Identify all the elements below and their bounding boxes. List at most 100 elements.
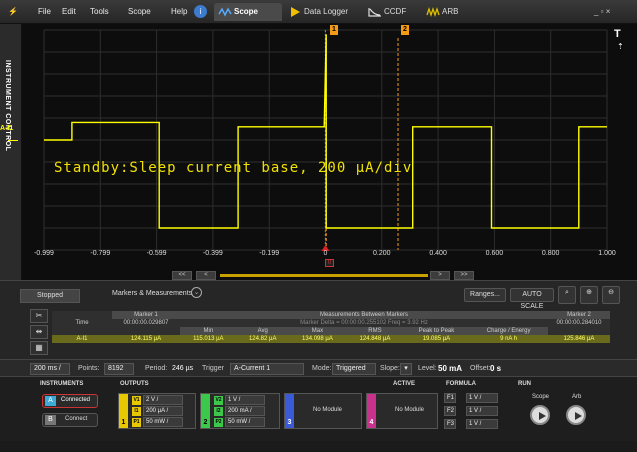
formula-f1-value[interactable]: 1 V / (466, 393, 498, 403)
marker1-value: 124.115 µA (112, 335, 180, 343)
instrument-a-button[interactable]: A Connected (42, 394, 98, 408)
menu-scope[interactable]: Scope (128, 7, 151, 16)
slope-label: Slope: (380, 365, 400, 372)
i1-tag: I1 (132, 407, 141, 416)
zoom-out-icon[interactable]: ⊖ (602, 286, 620, 304)
arrow-up-icon[interactable]: ⇡ (617, 42, 624, 51)
scissors-icon[interactable]: ✂ (30, 309, 48, 323)
offset-value[interactable]: 0 s (490, 364, 501, 373)
mode-select[interactable]: Triggered (332, 363, 376, 375)
tab-arb[interactable]: ARB (422, 3, 480, 21)
instrument-a-tag: A (45, 396, 56, 406)
channel-4-tag: 4 (367, 394, 376, 428)
zero-marker[interactable]: 0 (325, 259, 334, 267)
output-channel-4[interactable]: 4 No Module (366, 393, 438, 429)
measurements-table: Marker 1 Measurements Between Markers Ma… (52, 311, 610, 343)
x-tick-label: -0.599 (146, 250, 167, 257)
marker-1-flag[interactable]: 1 (330, 25, 338, 35)
menu-tools[interactable]: Tools (90, 7, 109, 16)
val-min: 115.013 µA (180, 335, 237, 343)
window-controls[interactable]: _ ▫ × (594, 7, 610, 16)
marker-icon[interactable]: ⇹ (30, 325, 48, 339)
control-row: 200 ms / Points: 8192 Period: 246 µs Tri… (0, 359, 637, 376)
channel-1-voltage[interactable]: 2 V / (143, 395, 183, 405)
formula-row[interactable]: F2 1 V / (444, 406, 508, 417)
instrument-b-button[interactable]: B Connect (42, 413, 98, 427)
formula-row[interactable]: F1 1 V / (444, 393, 508, 404)
ranges-button[interactable]: Ranges... (464, 288, 506, 302)
trigger-select[interactable]: A-Current 1 (230, 363, 304, 375)
formula-f1-tag: F1 (444, 393, 456, 403)
x-tick-label: -0.399 (202, 250, 223, 257)
channel-1-current[interactable]: 200 µA / (143, 406, 183, 416)
x-tick-label: 0.200 (373, 250, 391, 257)
tab-data-logger[interactable]: Data Logger (284, 3, 362, 21)
col-p2p: Peak to Peak (403, 327, 470, 335)
output-channel-2[interactable]: 2 V2 1 V / I2 200 mA / P2 50 mW / (200, 393, 280, 429)
chevron-down-icon[interactable]: ⌄ (191, 287, 202, 298)
col-avg: Avg (236, 327, 289, 335)
x-tick-label: -0.199 (259, 250, 280, 257)
points-select[interactable]: 8192 (104, 363, 134, 375)
slope-icon[interactable]: ▾ (400, 363, 412, 375)
ccdf-icon (368, 8, 381, 17)
offset-label: Offset: (470, 365, 491, 372)
formula-title: FORMULA (446, 381, 476, 387)
panel-title: Markers & Measurements (112, 290, 193, 297)
formula-list: F1 1 V / F2 1 V / F3 1 V / (444, 391, 508, 433)
zoom-in-icon[interactable]: ⊕ (580, 286, 598, 304)
channel-4-label: No Module (395, 407, 425, 413)
col-charge: Charge / Energy (469, 327, 548, 335)
scroll-right-button[interactable]: > (430, 271, 450, 280)
menu-edit[interactable]: Edit (62, 7, 76, 16)
measurements-panel: Stopped Markers & Measurements ⌄ Ranges.… (0, 280, 637, 359)
run-scope-play-icon[interactable] (530, 405, 550, 425)
channel-1-power[interactable]: 50 mW / (143, 417, 183, 427)
channel-2-voltage[interactable]: 1 V / (225, 395, 265, 405)
run-title: RUN (518, 381, 531, 387)
tab-scope[interactable]: Scope (214, 3, 282, 21)
channel-2-current[interactable]: 200 mA / (225, 406, 265, 416)
p2-tag: P2 (214, 418, 223, 427)
menu-file[interactable]: File (38, 7, 51, 16)
channel-2-power[interactable]: 50 mW / (225, 417, 265, 427)
series-line-a-i1 (44, 34, 607, 229)
marker2-time: 00:00:00.284010 (548, 319, 610, 327)
instrument-a-label: Connected (61, 397, 91, 403)
level-value[interactable]: 50 mA (438, 364, 462, 373)
formula-f2-value[interactable]: 1 V / (466, 406, 498, 416)
waveform-chart[interactable] (22, 24, 637, 280)
output-channel-3[interactable]: 3 No Module (284, 393, 362, 429)
tab-ccdf[interactable]: CCDF (364, 3, 422, 21)
formula-row[interactable]: F3 1 V / (444, 419, 508, 430)
status-badge: Stopped (20, 289, 80, 303)
info-icon[interactable]: i (194, 5, 207, 18)
instrument-control-strip[interactable]: INSTRUMENT CONTROL A-I1 (0, 24, 22, 280)
channel-3-label: No Module (313, 407, 343, 413)
trigger-label: Trigger (202, 365, 224, 372)
level-label: Level: (418, 365, 437, 372)
output-channel-1[interactable]: 1 V1 2 V / I1 200 µA / P1 50 mW / (118, 393, 196, 429)
instrument-b-tag: B (45, 415, 56, 425)
scroll-right-far-button[interactable]: >> (454, 271, 474, 280)
menu-help[interactable]: Help (171, 7, 187, 16)
run-arb-play-icon[interactable] (566, 405, 586, 425)
x-tick-label: -0.999 (34, 250, 54, 257)
wave-icon (218, 7, 232, 17)
trigger-t-label[interactable]: T (614, 28, 621, 40)
scope-plot[interactable]: -0.999 -0.799 -0.599 -0.399 -0.199 0 0.200 0.40… (22, 24, 637, 280)
marker1-time: 00:00:00.029807 (112, 319, 180, 327)
x-tick-label: 0.600 (485, 250, 504, 257)
autoscale-button[interactable]: AUTO SCALE (510, 288, 554, 310)
formula-f3-value[interactable]: 1 V / (466, 419, 498, 429)
val-p2p: 19.085 µA (403, 335, 470, 343)
lightning-icon[interactable]: ⚡ (8, 7, 18, 16)
marker-2-flag[interactable]: 2 (401, 25, 409, 35)
timebase-select[interactable]: 200 ms / (30, 363, 70, 375)
grid-icon[interactable]: ▦ (30, 341, 48, 355)
scroll-track[interactable] (220, 274, 428, 277)
scroll-left-button[interactable]: < (196, 271, 216, 280)
period-label: Period: (145, 365, 168, 372)
zoom-box-icon[interactable]: ⌕ (558, 286, 576, 304)
scroll-left-far-button[interactable]: << (172, 271, 192, 280)
